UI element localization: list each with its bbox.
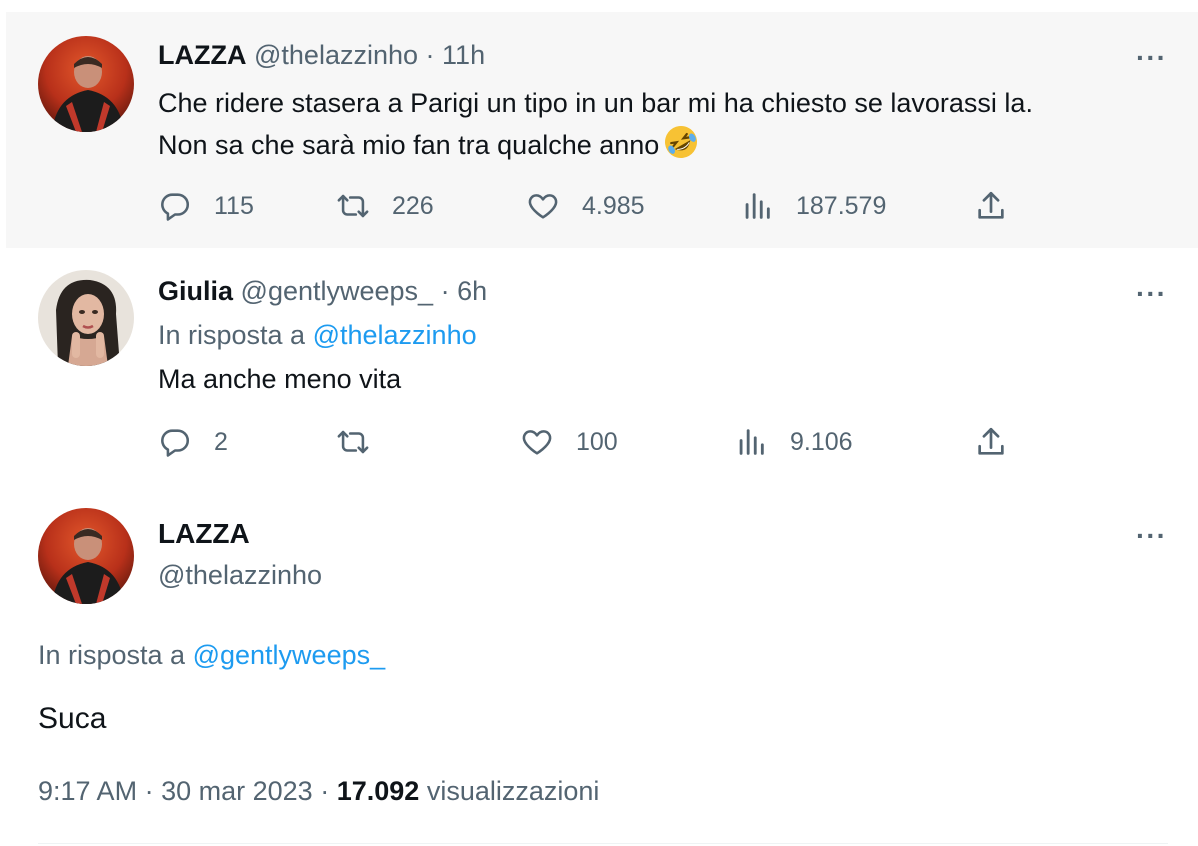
tweet-giulia[interactable]: Giulia @gentlyweeps_ · 6h ··· In rispost…: [6, 248, 1198, 498]
mention-link[interactable]: @thelazzinho: [313, 320, 477, 350]
avatar-lazza[interactable]: [38, 36, 134, 132]
views-count: 9.106: [790, 427, 853, 456]
tweet-text-line: Che ridere stasera a Parigi un tipo in u…: [158, 88, 1033, 118]
reply-icon: [161, 193, 190, 221]
retweet-count: 226: [392, 191, 434, 220]
tweet-text-line-2: Non sa che sarà mio fan tra qualche anno: [158, 124, 1033, 166]
timestamp[interactable]: 6h: [457, 276, 487, 306]
conversation-thread: LAZZA @thelazzinho · 11h ··· Che ridere …: [0, 0, 1198, 846]
avatar-giulia[interactable]: [38, 270, 134, 366]
views-icon: [745, 193, 770, 219]
views-total: 17.092: [336, 776, 420, 806]
main-tweet: LAZZA @thelazzinho ··· In risposta a @ge…: [6, 498, 1198, 846]
retweet-button[interactable]: [336, 422, 370, 462]
tweet-lazza[interactable]: LAZZA @thelazzinho · 11h ··· Che ridere …: [6, 12, 1198, 248]
tweet-text: Suca: [38, 702, 107, 735]
retweet-icon: [337, 194, 369, 218]
tweet-actions: 115 226 4.985 187.579: [158, 186, 1018, 226]
divider: [38, 843, 1168, 844]
reply-context: In risposta a @gentlyweeps_: [38, 640, 385, 671]
share-icon: [978, 191, 1004, 219]
avatar-lazza[interactable]: [38, 508, 134, 604]
views-icon: [739, 429, 764, 455]
reply-prefix: In risposta a: [38, 640, 186, 670]
separator: ·: [440, 276, 450, 306]
like-count: 100: [576, 427, 618, 456]
tweet-meta: 9:17 AM · 30 mar 2023 · 17.092 visualizz…: [38, 776, 599, 807]
tweet-actions: 2 100 9.106: [158, 422, 1018, 462]
tweet-date[interactable]: 30 mar 2023: [161, 776, 313, 806]
user-handle[interactable]: @thelazzinho: [254, 40, 418, 70]
more-icon[interactable]: ···: [1136, 280, 1167, 308]
display-name[interactable]: LAZZA: [158, 518, 250, 550]
tweet-header: LAZZA @thelazzinho · 11h: [158, 40, 485, 71]
display-name[interactable]: Giulia: [158, 276, 233, 306]
reply-button[interactable]: 2: [158, 422, 228, 462]
rolling-on-floor-laughing-emoji: [663, 124, 699, 160]
tweet-text-line: Non sa che sarà mio fan tra qualche anno: [158, 130, 660, 160]
reply-count: 2: [214, 427, 228, 456]
reply-prefix: In risposta a: [158, 320, 306, 350]
tweet-text: Che ridere stasera a Parigi un tipo in u…: [158, 82, 1033, 166]
like-button[interactable]: 100: [520, 422, 618, 462]
separator: ·: [320, 776, 330, 806]
separator: ·: [425, 40, 435, 70]
share-button[interactable]: [974, 422, 1008, 462]
like-icon: [522, 430, 552, 455]
tweet-text: Ma anche meno vita: [158, 364, 402, 394]
reply-button[interactable]: 115: [158, 186, 254, 226]
user-handle[interactable]: @thelazzinho: [158, 560, 322, 591]
user-handle[interactable]: @gentlyweeps_: [241, 276, 434, 306]
separator: ·: [144, 776, 154, 806]
like-button[interactable]: 4.985: [526, 186, 645, 226]
views-button[interactable]: 187.579: [740, 186, 886, 226]
tweet-time[interactable]: 9:17 AM: [38, 776, 137, 806]
views-count: 187.579: [796, 191, 887, 220]
reply-icon: [161, 429, 190, 457]
share-icon: [978, 427, 1004, 455]
retweet-icon: [337, 430, 369, 454]
more-icon[interactable]: ···: [1136, 522, 1167, 550]
mention-link[interactable]: @gentlyweeps_: [193, 640, 386, 670]
display-name[interactable]: LAZZA: [158, 40, 246, 70]
more-icon[interactable]: ···: [1136, 44, 1167, 72]
tweet-header: Giulia @gentlyweeps_ · 6h: [158, 276, 487, 307]
like-icon: [528, 194, 558, 219]
reply-count: 115: [214, 191, 254, 220]
timestamp[interactable]: 11h: [442, 40, 485, 70]
reply-context: In risposta a @thelazzinho: [158, 320, 477, 351]
share-button[interactable]: [974, 186, 1008, 226]
retweet-button[interactable]: 226: [336, 186, 434, 226]
like-count: 4.985: [582, 191, 645, 220]
views-label: visualizzazioni: [426, 776, 600, 806]
views-button[interactable]: 9.106: [734, 422, 853, 462]
